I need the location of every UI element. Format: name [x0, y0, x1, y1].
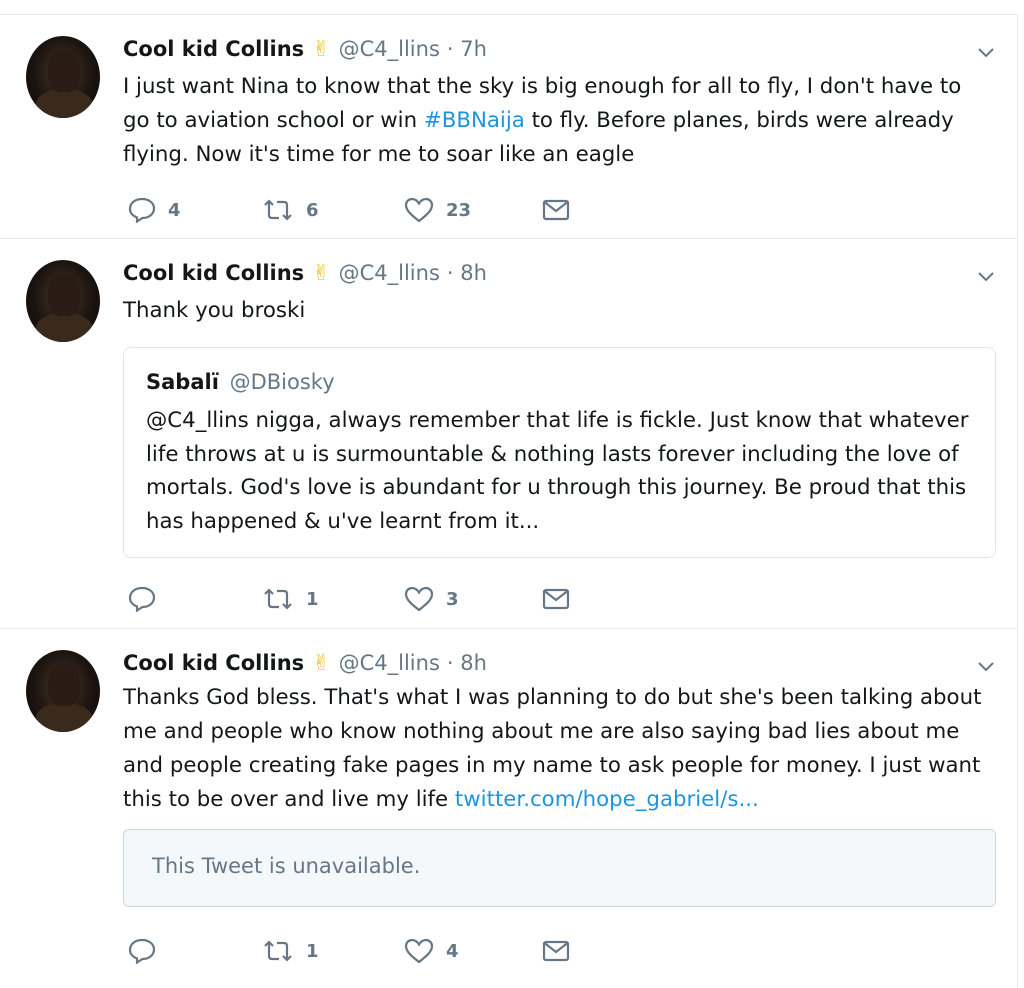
quoted-tweet[interactable]: Sabalï @DBiosky @C4_llins nigga, always … — [123, 347, 996, 558]
retweet-icon — [264, 199, 292, 221]
tweet-header: Cool kid Collins ✌ @C4_llins · 8h — [123, 258, 487, 288]
victory-hand-emoji: ✌ — [312, 36, 331, 62]
like-icon — [404, 938, 434, 964]
author-handle[interactable]: @C4_llins — [339, 651, 440, 675]
author-name[interactable]: Cool kid Collins — [123, 37, 304, 61]
quoted-tweet-text: @C4_llins nigga, always remember that li… — [146, 408, 969, 534]
author-name[interactable]: Cool kid Collins — [123, 651, 304, 675]
avatar-shirt — [36, 90, 92, 118]
hashtag-link[interactable]: #BBNaija — [424, 108, 525, 133]
tweet-actions: 4 6 23 — [128, 195, 588, 225]
message-button[interactable] — [542, 936, 570, 966]
like-icon — [404, 586, 434, 612]
tweet-header: Cool kid Collins ✌ @C4_llins · 7h — [123, 34, 487, 64]
message-button[interactable] — [542, 195, 570, 225]
quoted-author-handle: @DBiosky — [229, 370, 335, 394]
tweet[interactable]: Cool kid Collins ✌ @C4_llins · 8h Thank … — [0, 238, 1018, 628]
tweet[interactable]: Cool kid Collins ✌ @C4_llins · 8h Thanks… — [0, 628, 1018, 988]
reply-icon — [128, 197, 156, 223]
message-icon — [542, 199, 570, 221]
tweet-link[interactable]: twitter.com/hope_gabriel/s... — [455, 787, 759, 812]
tweet-header: Cool kid Collins ✌ @C4_llins · 8h — [123, 648, 487, 678]
retweet-count: 1 — [306, 588, 319, 610]
like-button[interactable]: 3 — [404, 584, 459, 614]
victory-hand-emoji: ✌ — [312, 650, 331, 676]
unavailable-tweet-card: This Tweet is unavailable. — [123, 829, 996, 907]
author-handle[interactable]: @C4_llins — [339, 37, 440, 61]
avatar-shirt — [36, 314, 92, 342]
tweet-actions: 1 3 — [128, 584, 588, 614]
chevron-down-icon[interactable] — [977, 661, 995, 673]
tweet-text: Thank you broski — [123, 298, 306, 323]
message-button[interactable] — [542, 584, 570, 614]
message-icon — [542, 588, 570, 610]
chevron-down-icon[interactable] — [977, 47, 995, 59]
quoted-author-name: Sabalï — [146, 370, 219, 394]
chevron-down-icon[interactable] — [977, 271, 995, 283]
like-button[interactable]: 23 — [404, 195, 471, 225]
like-button[interactable]: 4 — [404, 936, 459, 966]
tweet-text: I just want Nina to know that the sky is… — [123, 70, 993, 172]
quoted-tweet-header: Sabalï @DBiosky — [146, 370, 335, 394]
like-count: 23 — [446, 199, 472, 221]
reply-button[interactable]: 4 — [128, 195, 181, 225]
reply-count: 4 — [168, 199, 181, 221]
retweet-button[interactable]: 6 — [262, 195, 319, 225]
retweet-count: 1 — [306, 940, 319, 962]
avatar-shirt — [36, 704, 92, 732]
reply-button[interactable] — [128, 936, 168, 966]
retweet-button[interactable]: 1 — [262, 936, 319, 966]
avatar-face — [48, 50, 80, 92]
avatar-face — [48, 274, 80, 316]
avatar-face — [48, 664, 80, 706]
reply-icon — [128, 586, 156, 612]
like-count: 4 — [446, 940, 459, 962]
reply-button[interactable] — [128, 584, 168, 614]
reply-icon — [128, 938, 156, 964]
timestamp[interactable]: · 8h — [447, 261, 487, 285]
timestamp[interactable]: · 8h — [447, 651, 487, 675]
timestamp[interactable]: · 7h — [447, 37, 487, 61]
author-name[interactable]: Cool kid Collins — [123, 261, 304, 285]
unavailable-message: This Tweet is unavailable. — [152, 854, 421, 878]
tweet-text: Thanks God bless. That's what I was plan… — [123, 681, 993, 817]
tweet-actions: 1 4 — [128, 936, 588, 966]
message-icon — [542, 940, 570, 962]
avatar[interactable] — [26, 260, 100, 342]
retweet-count: 6 — [306, 199, 319, 221]
retweet-button[interactable]: 1 — [262, 584, 319, 614]
tweet[interactable]: Cool kid Collins ✌ @C4_llins · 7h I just… — [0, 14, 1018, 238]
retweet-icon — [264, 588, 292, 610]
victory-hand-emoji: ✌ — [312, 260, 331, 286]
author-handle[interactable]: @C4_llins — [339, 261, 440, 285]
like-icon — [404, 197, 434, 223]
like-count: 3 — [446, 588, 459, 610]
avatar[interactable] — [26, 36, 100, 118]
avatar[interactable] — [26, 650, 100, 732]
retweet-icon — [264, 940, 292, 962]
